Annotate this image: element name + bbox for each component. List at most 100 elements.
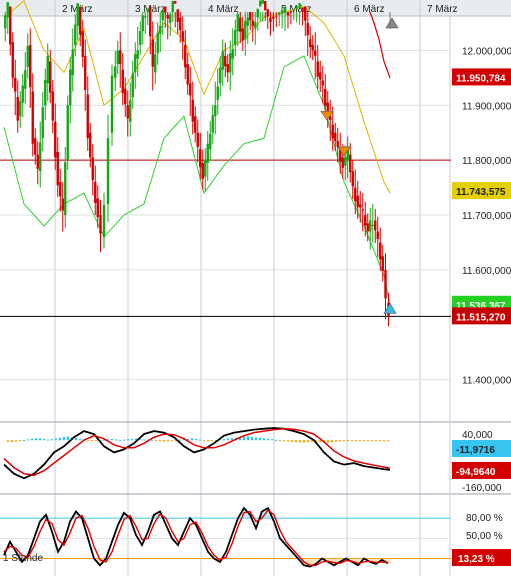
macd-histogram-bar	[14, 440, 18, 442]
candle-body	[241, 28, 244, 41]
chart-window: 2 März3 März4 März5 März6 März7 März12.0…	[0, 0, 511, 576]
stochastic-value-label: 13,23 %	[458, 554, 495, 565]
candle-body	[144, 16, 147, 18]
macd-histogram-bar	[306, 440, 310, 443]
candle-body	[174, 1, 177, 4]
candle-body	[201, 162, 204, 179]
candle-body	[356, 195, 359, 208]
macd-histogram-bar	[382, 440, 386, 442]
candle-body	[194, 116, 197, 133]
macd-histogram-bar	[338, 440, 342, 442]
macd-histogram-bar	[294, 440, 298, 443]
candle-body	[59, 182, 62, 197]
candle-body	[298, 3, 301, 9]
candle-body	[89, 132, 92, 158]
candle-body	[251, 20, 254, 27]
candle-body	[266, 9, 269, 17]
candle-body	[119, 50, 122, 65]
candle-body	[369, 220, 372, 232]
candle-body	[211, 115, 214, 133]
candle-body	[141, 15, 144, 32]
macd-histogram-bar	[246, 436, 250, 441]
candle-body	[166, 14, 169, 19]
candle-body	[49, 61, 52, 93]
macd-histogram-bar	[58, 437, 62, 441]
macd-histogram-bar	[278, 440, 282, 442]
candle-body	[116, 50, 119, 65]
macd-histogram-bar	[10, 440, 14, 443]
candle-body	[169, 14, 172, 23]
date-label: 6 März	[354, 4, 385, 15]
candle-body	[239, 17, 242, 32]
candle-body	[214, 105, 217, 117]
macd-histogram-bar	[30, 438, 34, 441]
macd-histogram-bar	[110, 438, 114, 441]
macd-histogram-bar	[374, 440, 378, 442]
macd-value-label: -94,9640	[456, 467, 496, 478]
candle-body	[154, 54, 157, 73]
candle-body	[219, 67, 222, 84]
macd-histogram-bar	[54, 438, 58, 441]
macd-histogram-bar	[22, 440, 26, 442]
candle-body	[136, 50, 139, 59]
candle-body	[371, 224, 374, 226]
candle-body	[96, 198, 99, 218]
candle-body	[56, 151, 59, 186]
macd-histogram-bar	[290, 440, 294, 442]
macd-histogram-bar	[302, 440, 306, 443]
candle-body	[209, 133, 212, 150]
candle-body	[366, 223, 369, 232]
macd-histogram-bar	[386, 440, 390, 442]
macd-histogram-bar	[206, 440, 210, 442]
candle-body	[314, 50, 317, 56]
candle-body	[21, 85, 24, 103]
candle-body	[186, 64, 189, 85]
candle-body	[64, 162, 67, 215]
candle-body	[19, 101, 22, 117]
candle-body	[171, 1, 174, 12]
macd-histogram-bar	[262, 438, 266, 441]
macd-histogram-bar	[86, 440, 90, 442]
candle-body	[61, 198, 64, 211]
macd-histogram-bar	[154, 440, 158, 442]
macd-histogram-bar	[326, 440, 330, 443]
macd-histogram-bar	[114, 439, 118, 441]
candle-body	[36, 154, 39, 169]
macd-histogram-bar	[50, 439, 54, 441]
macd-histogram-bar	[74, 437, 78, 441]
macd-histogram-bar	[166, 440, 170, 442]
macd-histogram-bar	[34, 438, 38, 441]
candle-body	[189, 83, 192, 96]
candle-body	[289, 11, 293, 13]
macd-histogram-bar	[162, 440, 166, 442]
candle-body	[275, 15, 278, 17]
macd-histogram-bar	[158, 440, 162, 442]
macd-histogram-bar	[350, 440, 354, 442]
candle-body	[71, 49, 74, 76]
candle-body	[16, 97, 19, 121]
candle-body	[179, 17, 182, 31]
macd-histogram-bar	[282, 440, 286, 442]
candle-body	[236, 14, 239, 32]
candle-body	[124, 88, 127, 105]
macd-histogram-bar	[18, 440, 22, 442]
candle-body	[256, 8, 259, 18]
candle-body	[206, 143, 209, 163]
candle-body	[301, 7, 304, 12]
candle-body	[176, 9, 179, 22]
macd-histogram-bar	[178, 439, 182, 441]
macd-histogram-bar	[266, 438, 270, 441]
candle-body	[129, 100, 132, 122]
macd-histogram-bar	[78, 438, 82, 441]
stochastic-y-tick: 50,00 %	[466, 531, 503, 542]
candle-body	[199, 149, 202, 168]
macd-histogram-bar	[366, 440, 370, 442]
candle-body	[146, 8, 149, 12]
macd-histogram-bar	[62, 437, 66, 441]
candle-body	[69, 69, 72, 106]
candle-body	[292, 9, 295, 11]
y-tick-label: 12.000,000	[462, 46, 511, 57]
candle-body	[14, 77, 17, 92]
candle-body	[264, 1, 267, 11]
candle-body	[259, 0, 262, 7]
